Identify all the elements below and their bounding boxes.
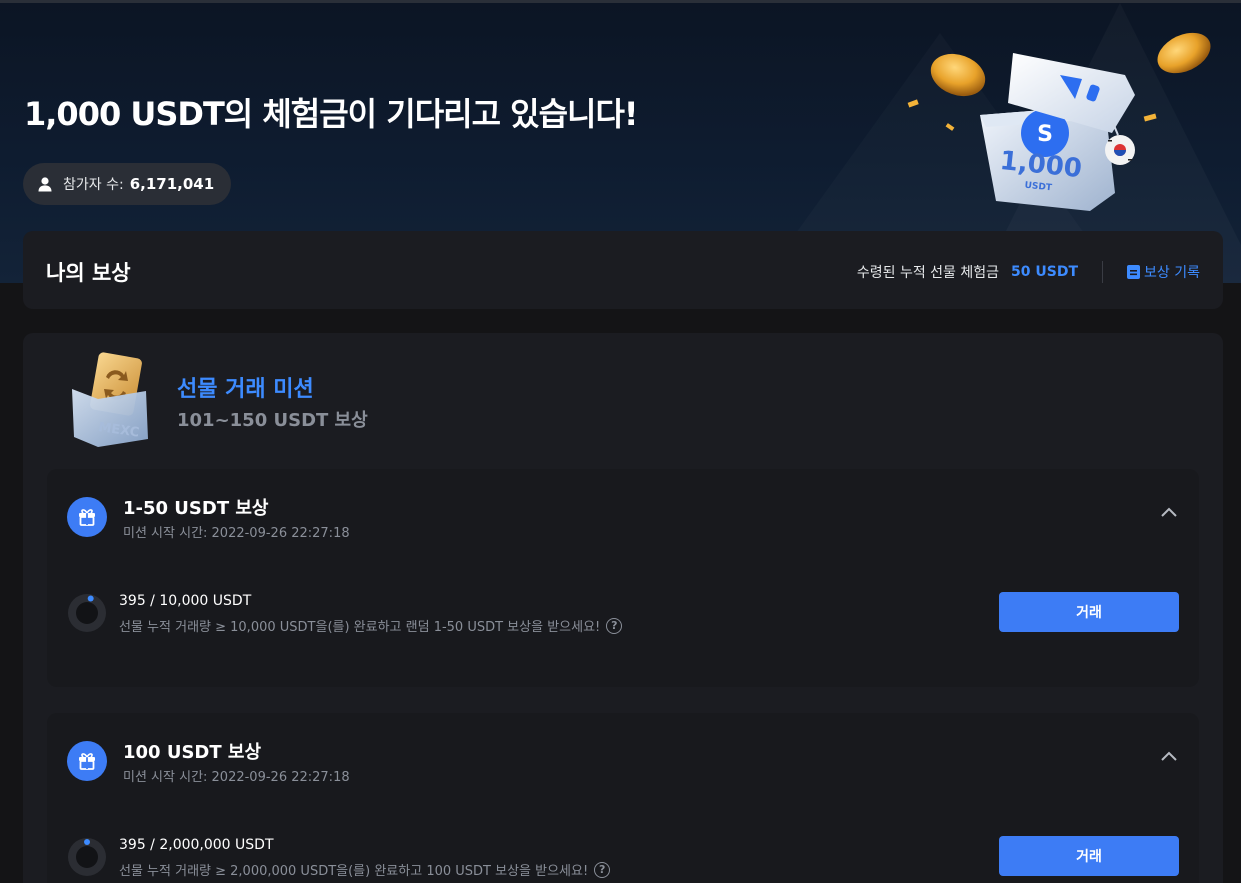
mission-tier: 1-50 USDT 보상 미션 시작 시간: 2022-09-26 22:27:… <box>47 469 1199 687</box>
progress-ring <box>68 594 106 632</box>
svg-text:S: S <box>1037 122 1053 147</box>
participants-label: 참가자 수: <box>63 177 124 193</box>
mission-description-text: 선물 누적 거래량 ≥ 10,000 USDT을(를) 완료하고 랜덤 1-50… <box>119 620 601 635</box>
mission-tier: 100 USDT 보상 미션 시작 시간: 2022-09-26 22:27:1… <box>47 713 1199 883</box>
mission-card-illustration: MEXC <box>72 352 148 447</box>
page-title: 1,000 USDT의 체험금이 기다리고 있습니다! <box>24 95 639 133</box>
trade-button[interactable]: 거래 <box>999 836 1179 876</box>
progress-ring <box>68 838 106 876</box>
mission-description: 선물 누적 거래량 ≥ 2,000,000 USDT을(를) 완료하고 100 … <box>119 860 611 879</box>
mission-title: 선물 거래 미션 <box>177 377 314 402</box>
help-icon[interactable]: ? <box>594 861 611 878</box>
my-rewards-bar: 나의 보상 수령된 누적 선물 체험금 50 USDT 보상 기록 <box>23 231 1223 309</box>
help-icon[interactable]: ? <box>606 617 623 634</box>
tier-title: 1-50 USDT 보상 <box>123 498 269 519</box>
participants-count: 6,171,041 <box>129 175 215 193</box>
trade-button[interactable]: 거래 <box>999 592 1179 632</box>
participants-badge: 참가자 수: 6,171,041 <box>23 163 231 205</box>
rewards-summary: 수령된 누적 선물 체험금 50 USDT 보상 기록 <box>857 261 1200 283</box>
tier-start-time: 미션 시작 시간: 2022-09-26 22:27:18 <box>123 770 350 785</box>
cumulative-value: 50 USDT <box>1011 264 1079 280</box>
progress-text: 395 / 2,000,000 USDT <box>119 837 274 853</box>
mission-reward-range: 101~150 USDT 보상 <box>177 410 368 431</box>
gift-box-illustration: S 1,000 USDT <box>907 32 1211 211</box>
my-rewards-title: 나의 보상 <box>46 261 131 285</box>
chevron-up-icon[interactable] <box>1159 505 1179 519</box>
progress-text: 395 / 10,000 USDT <box>119 593 252 609</box>
chevron-up-icon[interactable] <box>1159 749 1179 763</box>
reward-history-label: 보상 기록 <box>1144 265 1200 281</box>
tier-title: 100 USDT 보상 <box>123 742 262 763</box>
user-icon <box>38 177 52 192</box>
tier-start-time: 미션 시작 시간: 2022-09-26 22:27:18 <box>123 526 350 541</box>
mission-description-text: 선물 누적 거래량 ≥ 2,000,000 USDT을(를) 완료하고 100 … <box>119 864 589 879</box>
mission-description: 선물 누적 거래량 ≥ 10,000 USDT을(를) 완료하고 랜덤 1-50… <box>119 616 623 635</box>
document-icon <box>1127 265 1141 279</box>
cumulative-label: 수령된 누적 선물 체험금 <box>856 265 1000 281</box>
gift-icon <box>67 741 107 781</box>
reward-history-link[interactable]: 보상 기록 <box>1127 262 1200 282</box>
gift-icon <box>67 497 107 537</box>
divider <box>1102 261 1104 283</box>
futures-mission-card: MEXC 선물 거래 미션 101~150 USDT 보상 1-50 USDT … <box>23 333 1223 883</box>
